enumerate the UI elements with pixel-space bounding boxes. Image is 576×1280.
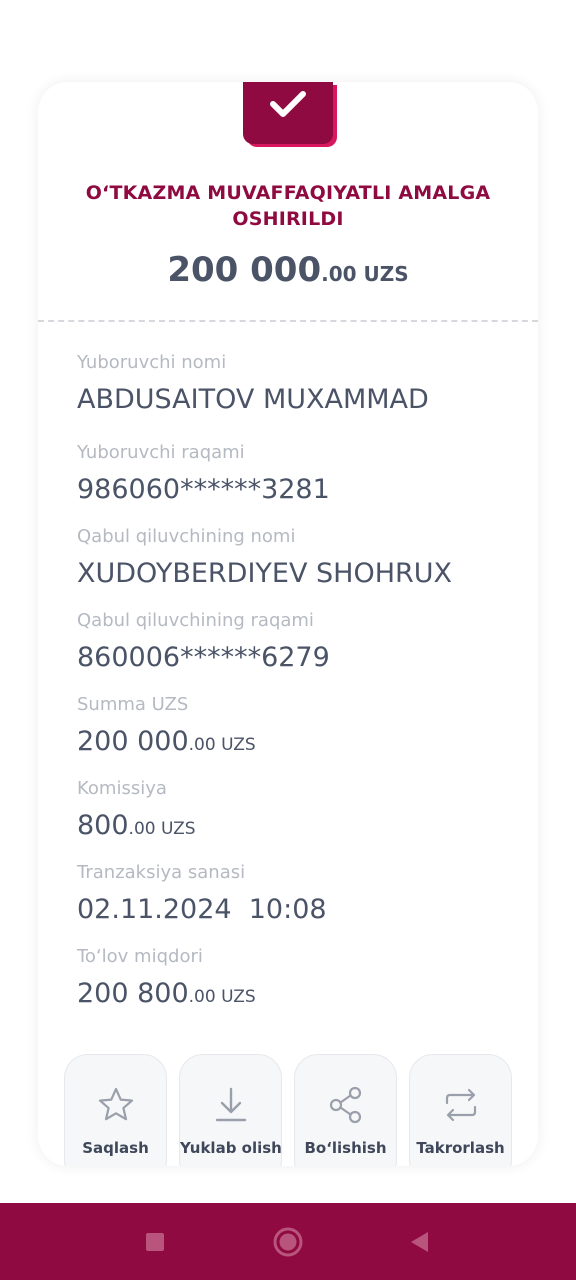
total-amount-main: 200 000 [167,250,322,290]
star-icon [98,1087,133,1121]
receiver-number-label: Qabul qiluvchining raqami [77,610,314,631]
screen: O‘TKAZMA MUVAFFAQIYATLI AMALGA OSHIRILDI… [0,0,576,1280]
download-icon [215,1087,246,1122]
square-icon [146,1233,164,1251]
sum-value: 200 000.00 UZS [77,726,256,757]
back-button[interactable] [404,1227,434,1257]
share-button[interactable]: Bo‘lishish [294,1054,397,1166]
sender-number-label: Yuboruvchi raqami [77,442,245,463]
save-button-label: Saqlash [82,1139,149,1157]
repeat-button[interactable]: Takrorlash [409,1054,512,1166]
success-badge [243,82,333,144]
commission-cents: .00 UZS [128,819,196,839]
sender-number-value: 986060******3281 [77,474,330,505]
date-value: 02.11.2024 10:08 [77,894,327,925]
commission-label: Komissiya [77,778,167,799]
total-amount: 200 000.00 UZS [38,250,538,290]
total-amount-cents: .00 UZS [321,262,409,286]
action-bar: Saqlash Yuklab olish Bo‘lishish Takrorla… [64,1054,512,1166]
download-button-label: Yuklab olish [180,1139,282,1157]
dashed-divider [38,320,538,322]
save-button[interactable]: Saqlash [64,1054,167,1166]
share-button-label: Bo‘lishish [304,1139,387,1157]
share-icon [329,1086,361,1124]
receiver-name-label: Qabul qiluvchining nomi [77,526,296,547]
download-button[interactable]: Yuklab olish [179,1054,282,1166]
receiver-name-value: XUDOYBERDIYEV SHOHRUX [77,558,453,589]
date-label: Tranzaksiya sanasi [77,862,246,883]
receiver-number-value: 860006******6279 [77,642,330,673]
recent-apps-button[interactable] [140,1227,170,1257]
success-title: O‘TKAZMA MUVAFFAQIYATLI AMALGA OSHIRILDI [85,182,491,230]
sum-main: 200 000 [77,726,189,757]
payment-label: To‘lov miqdori [77,946,203,967]
home-button[interactable] [273,1227,303,1257]
check-icon [270,91,306,117]
commission-value: 800.00 UZS [77,810,196,841]
payment-cents: .00 UZS [188,987,256,1007]
payment-value: 200 800.00 UZS [77,978,256,1009]
commission-main: 800 [77,810,129,841]
repeat-button-label: Takrorlash [416,1139,505,1157]
sender-name-value: ABDUSAITOV MUXAMMAD [77,384,429,415]
receipt-card: O‘TKAZMA MUVAFFAQIYATLI AMALGA OSHIRILDI… [38,82,538,1166]
repeat-icon [445,1088,476,1122]
sum-cents: .00 UZS [188,735,256,755]
payment-main: 200 800 [77,978,189,1009]
triangle-back-icon [411,1232,428,1252]
circle-icon [273,1227,303,1257]
system-nav-bar [0,1203,576,1280]
sum-label: Summa UZS [77,694,189,715]
sender-name-label: Yuboruvchi nomi [77,352,227,373]
